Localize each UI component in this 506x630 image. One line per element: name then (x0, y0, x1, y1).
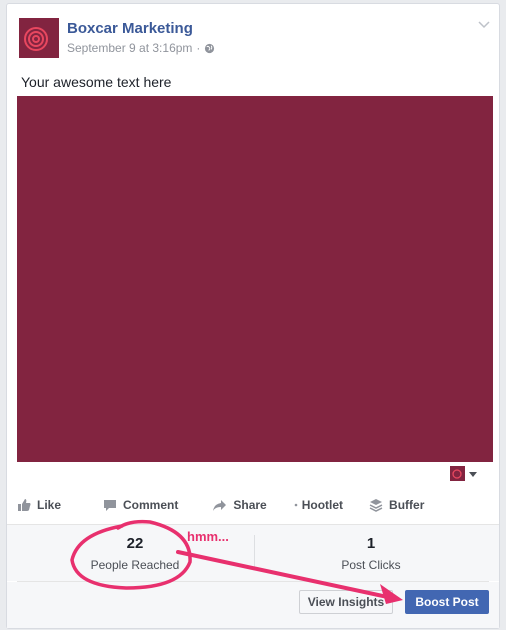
thumbs-up-icon (18, 499, 31, 511)
image-options[interactable] (450, 466, 478, 481)
hootlet-label: Hootlet (301, 498, 344, 512)
buffer-button[interactable]: Buffer (369, 498, 424, 512)
page-thumbnail-icon (450, 466, 465, 481)
share-label: Share (233, 498, 267, 512)
globe-icon[interactable] (204, 43, 215, 54)
post-clicks-label: Post Clicks (341, 558, 401, 572)
like-label: Like (37, 498, 62, 512)
hootlet-icon (294, 503, 298, 507)
page-name-link[interactable]: Boxcar Marketing (67, 20, 193, 37)
post-timestamp[interactable]: September 9 at 3:16pm (67, 41, 192, 55)
boost-post-button[interactable]: Boost Post (405, 590, 489, 614)
people-reached-label: People Reached (90, 558, 180, 572)
insights-summary: 22 People Reached 1 Post Clicks (7, 525, 499, 581)
share-arrow-icon (213, 499, 227, 511)
annotation-text: hmm... (187, 529, 229, 544)
post-card: Boxcar Marketing September 9 at 3:16pm ·… (6, 3, 500, 629)
share-button[interactable]: Share (212, 498, 267, 512)
caret-down-icon (469, 471, 477, 477)
post-clicks-count: 1 (366, 535, 376, 552)
post-meta: September 9 at 3:16pm · (67, 41, 215, 55)
chevron-down-icon[interactable] (477, 18, 491, 32)
view-insights-button[interactable]: View Insights (299, 590, 393, 614)
comment-button[interactable]: Comment (103, 498, 178, 512)
comment-icon (104, 499, 117, 511)
post-footer: View Insights Boost Post (7, 582, 499, 628)
boxcar-logo-icon (24, 27, 48, 51)
comment-label: Comment (123, 498, 179, 512)
buffer-stack-icon (369, 499, 383, 512)
post-clicks-stat[interactable]: 1 Post Clicks (271, 535, 471, 572)
buffer-label: Buffer (389, 498, 425, 512)
post-image[interactable] (17, 96, 493, 462)
hootlet-button[interactable]: Hootlet (293, 498, 343, 512)
stats-separator (254, 535, 255, 569)
page-avatar[interactable] (19, 18, 59, 58)
like-button[interactable]: Like (17, 498, 61, 512)
meta-separator: · (196, 41, 201, 55)
post-text: Your awesome text here (21, 74, 172, 90)
post-actions: Like Comment Share Hootlet Buffer (17, 498, 450, 512)
